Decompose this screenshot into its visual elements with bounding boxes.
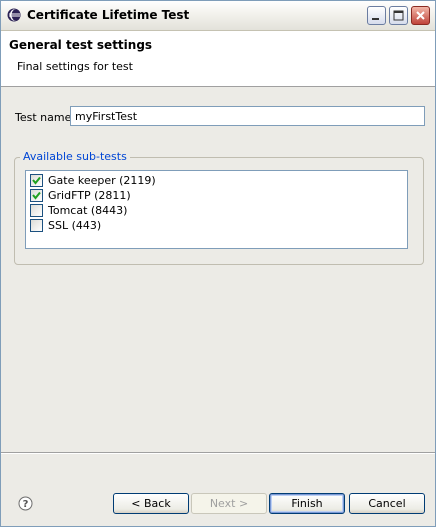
page-title: General test settings (9, 38, 153, 52)
close-button[interactable] (411, 6, 430, 25)
cancel-button[interactable]: Cancel (349, 493, 425, 514)
subtest-label: Tomcat (8443) (48, 204, 128, 217)
test-name-label: Test name (15, 111, 72, 124)
subtests-list[interactable]: Gate keeper (2119) GridFTP (2811) Tomcat… (25, 170, 408, 249)
minimize-icon (372, 18, 379, 20)
checkbox[interactable] (30, 189, 43, 202)
checkbox[interactable] (30, 219, 43, 232)
maximize-button[interactable] (389, 6, 408, 25)
subtests-group: Available sub-tests Gate keeper (2119) G… (14, 150, 424, 265)
back-button[interactable]: < Back (113, 493, 189, 514)
next-button[interactable]: Next > (191, 493, 267, 514)
eclipse-icon (7, 8, 21, 22)
help-icon[interactable]: ? (18, 496, 33, 511)
maximize-icon (393, 10, 404, 21)
wizard-window: Certificate Lifetime Test General test s… (0, 0, 436, 527)
finish-button[interactable]: Finish (269, 493, 345, 514)
wizard-content: Test name Available sub-tests Gate keepe… (1, 87, 435, 453)
title-bar[interactable]: Certificate Lifetime Test (1, 1, 435, 31)
subtest-label: SSL (443) (48, 219, 102, 232)
test-name-input[interactable] (70, 106, 425, 126)
close-icon (416, 11, 425, 20)
subtest-label: Gate keeper (2119) (48, 174, 156, 187)
checkbox[interactable] (30, 204, 43, 217)
subtests-group-label: Available sub-tests (20, 150, 130, 163)
window-title: Certificate Lifetime Test (27, 8, 190, 22)
checkmark-icon (32, 191, 41, 200)
page-description: Final settings for test (17, 60, 133, 73)
wizard-header: General test settings Final settings for… (1, 31, 435, 87)
svg-text:?: ? (23, 499, 29, 510)
checkbox[interactable] (30, 174, 43, 187)
subtest-label: GridFTP (2811) (48, 189, 131, 202)
checkmark-icon (32, 176, 41, 185)
minimize-button[interactable] (367, 6, 386, 25)
footer-separator (1, 452, 435, 454)
